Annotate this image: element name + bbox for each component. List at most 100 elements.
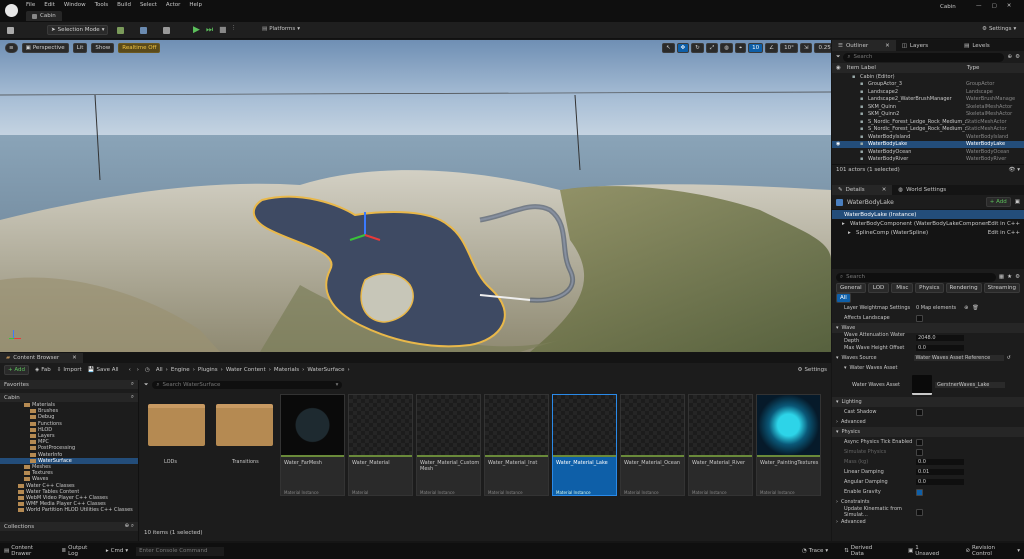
menu-help[interactable]: Help	[189, 2, 202, 8]
add-element-icon[interactable]: ⊕	[964, 305, 968, 311]
settings-icon[interactable]: ⚙	[1015, 274, 1020, 280]
platforms-button[interactable]: ▤ Platforms ▾	[262, 26, 300, 32]
category-all[interactable]: All	[836, 293, 851, 303]
scale-snap-icon[interactable]: ⇲	[799, 43, 813, 53]
prop-value-input[interactable]: 0.0	[916, 459, 964, 465]
derived-data-button[interactable]: ⇅ Derived Data	[844, 545, 886, 557]
favorite-icon[interactable]: ★	[1007, 274, 1012, 280]
minimize-icon[interactable]: —	[976, 3, 982, 9]
close-icon[interactable]: ✕	[882, 187, 887, 193]
cmd-dropdown[interactable]: ▸ Cmd ▾	[106, 548, 128, 554]
asset-tile[interactable]: Water_Material Material	[348, 394, 413, 496]
root-header[interactable]: Cabin ⌕	[0, 393, 138, 402]
outliner-search-input[interactable]: ⌕ Search	[843, 52, 1005, 62]
breadcrumb-item[interactable]: WaterSurface	[307, 367, 344, 373]
rotate-tool-icon[interactable]: ↻	[691, 43, 704, 53]
save-all-button[interactable]: 💾 Save All	[88, 367, 119, 373]
outliner-row[interactable]: ▪ S_Nordic_Forest_Ledge_Rock_Medium_xsib S…	[832, 118, 1024, 126]
fab-button[interactable]: ◈ Fab	[35, 367, 51, 373]
maximize-icon[interactable]: ▢	[992, 3, 997, 9]
menu-build[interactable]: Build	[117, 2, 131, 8]
play-icon[interactable]: ▶	[193, 25, 200, 35]
add-actor-icon[interactable]: ⊕	[1007, 54, 1012, 60]
show-button[interactable]: Show	[91, 43, 115, 53]
menu-select[interactable]: Select	[140, 2, 157, 8]
outliner-row[interactable]: ▪ S_Nordic_Forest_Ledge_Rock_Medium_xsib S…	[832, 126, 1024, 134]
console-input[interactable]: Enter Console Command	[136, 546, 224, 556]
asset-tile[interactable]: Water_Material_Custom Mesh Material Insta…	[416, 394, 481, 496]
outliner-row[interactable]: ◉ ▪ WaterBodyLake WaterBodyLake	[832, 140, 1024, 148]
blueprint-icon[interactable]	[140, 27, 147, 34]
viewport-menu-icon[interactable]: ≡	[5, 43, 18, 53]
content-settings-button[interactable]: ⚙ Settings	[798, 367, 828, 373]
breadcrumb-item[interactable]: All	[156, 367, 163, 373]
outliner-row[interactable]: ▪ Landscape2_WaterBrushManager WaterBrushM…	[832, 96, 1024, 104]
menu-file[interactable]: File	[26, 2, 35, 8]
unsaved-button[interactable]: ▣ 1 Unsaved	[908, 545, 943, 557]
checkbox-icon[interactable]	[916, 314, 923, 322]
checkbox-icon[interactable]	[916, 488, 923, 496]
play-options-icon[interactable]: ⋮	[231, 25, 237, 31]
angle-snap-icon[interactable]: ∠	[765, 43, 779, 53]
outliner-row[interactable]: ▪ SKM_Quinn2 SkeletalMeshActor	[832, 111, 1024, 119]
asset-tile[interactable]: Water_PaintingTextures Material Instance	[756, 394, 821, 496]
outliner-row[interactable]: ▪ WaterBodyRiver WaterBodyRiver	[832, 156, 1024, 164]
breadcrumb-item[interactable]: Water Content	[226, 367, 266, 373]
menu-tools[interactable]: Tools	[95, 2, 109, 8]
output-log-button[interactable]: ≣ Output Log	[62, 545, 98, 557]
category-lod[interactable]: LOD	[867, 283, 890, 293]
lit-button[interactable]: Lit	[72, 43, 88, 53]
component-row[interactable]: ▸ SplineComp (WaterSpline) Edit in C++	[832, 228, 1024, 237]
settings-button[interactable]: ⚙ Settings ▾	[982, 26, 1016, 32]
folder-tile[interactable]: Transitions	[212, 394, 277, 496]
edit-in-cpp-link[interactable]: Edit in C++	[988, 230, 1020, 236]
forward-icon[interactable]: ›	[137, 367, 139, 373]
tab-levels[interactable]: ▤ Levels	[958, 43, 996, 49]
edit-in-cpp-link[interactable]: Edit in C++	[988, 221, 1020, 227]
back-icon[interactable]: ‹	[129, 367, 131, 373]
outliner-row[interactable]: ▪ SKM_Quinn SkeletalMeshActor	[832, 103, 1024, 111]
close-icon[interactable]: ✕	[885, 43, 890, 49]
asset-tile[interactable]: Water_Material_Lake Material Instance	[552, 394, 617, 496]
close-icon[interactable]: ✕	[72, 355, 77, 361]
asset-search-input[interactable]: ⌕ Search WaterSurface ▾	[152, 381, 343, 389]
category-streaming[interactable]: Streaming	[983, 283, 1020, 293]
tab-outliner[interactable]: ☰ Outliner ✕	[832, 40, 896, 51]
checkbox-icon[interactable]	[916, 408, 923, 416]
outliner-row[interactable]: ▪ WaterBodyIsland WaterBodyIsland	[832, 133, 1024, 141]
folder-tree-item[interactable]: World Partition HLOD Utilities C++ Class…	[0, 507, 138, 513]
category-general[interactable]: General	[836, 283, 866, 293]
outliner-row[interactable]: ▪ WaterBodyOcean WaterBodyOcean	[832, 148, 1024, 156]
outliner-row[interactable]: ▪ Landscape2 Landscape	[832, 88, 1024, 96]
grid-snap-value[interactable]: 10	[748, 43, 764, 53]
category-misc[interactable]: Misc	[891, 283, 914, 293]
menu-edit[interactable]: Edit	[44, 2, 55, 8]
selection-mode-button[interactable]: ➤ Selection Mode ▾	[47, 25, 109, 35]
tab-details[interactable]: ✎ Details ✕	[832, 185, 893, 195]
checkbox-icon[interactable]	[916, 448, 923, 456]
breadcrumb-item[interactable]: Engine	[171, 367, 190, 373]
settings-icon[interactable]: ⚙	[1015, 54, 1020, 60]
folder-tile[interactable]: LODs	[144, 394, 209, 496]
unreal-logo-icon[interactable]	[5, 4, 18, 17]
add-content-icon[interactable]	[117, 27, 124, 34]
select-tool-icon[interactable]: ↖	[662, 43, 675, 53]
category-physics[interactable]: Physics	[915, 283, 944, 293]
filter-icon[interactable]: ⏷	[144, 382, 148, 389]
category-rendering[interactable]: Rendering	[945, 283, 982, 293]
search-icon[interactable]: ⌕	[131, 381, 134, 388]
details-search-input[interactable]: ⌕ Search	[836, 272, 996, 282]
checkbox-icon[interactable]	[916, 508, 923, 516]
wave-asset-thumbnail-icon[interactable]	[912, 375, 932, 395]
surface-snap-icon[interactable]: ⌖	[735, 43, 747, 53]
checkbox-icon[interactable]	[916, 438, 923, 446]
search-icon[interactable]: ⌕	[131, 394, 134, 401]
prop-value-input[interactable]: 0.01	[916, 469, 964, 475]
view-options-icon[interactable]: 👁 ▾	[1009, 167, 1021, 173]
add-button[interactable]: + Add	[4, 365, 30, 375]
blueprint-icon[interactable]: ▣	[1015, 199, 1020, 205]
type-header[interactable]: Type	[967, 65, 980, 71]
favorites-header[interactable]: Favorites ⌕	[0, 380, 138, 389]
play-step-icon[interactable]: ⏭	[206, 25, 213, 35]
import-button[interactable]: ⇩ Import	[57, 367, 82, 373]
